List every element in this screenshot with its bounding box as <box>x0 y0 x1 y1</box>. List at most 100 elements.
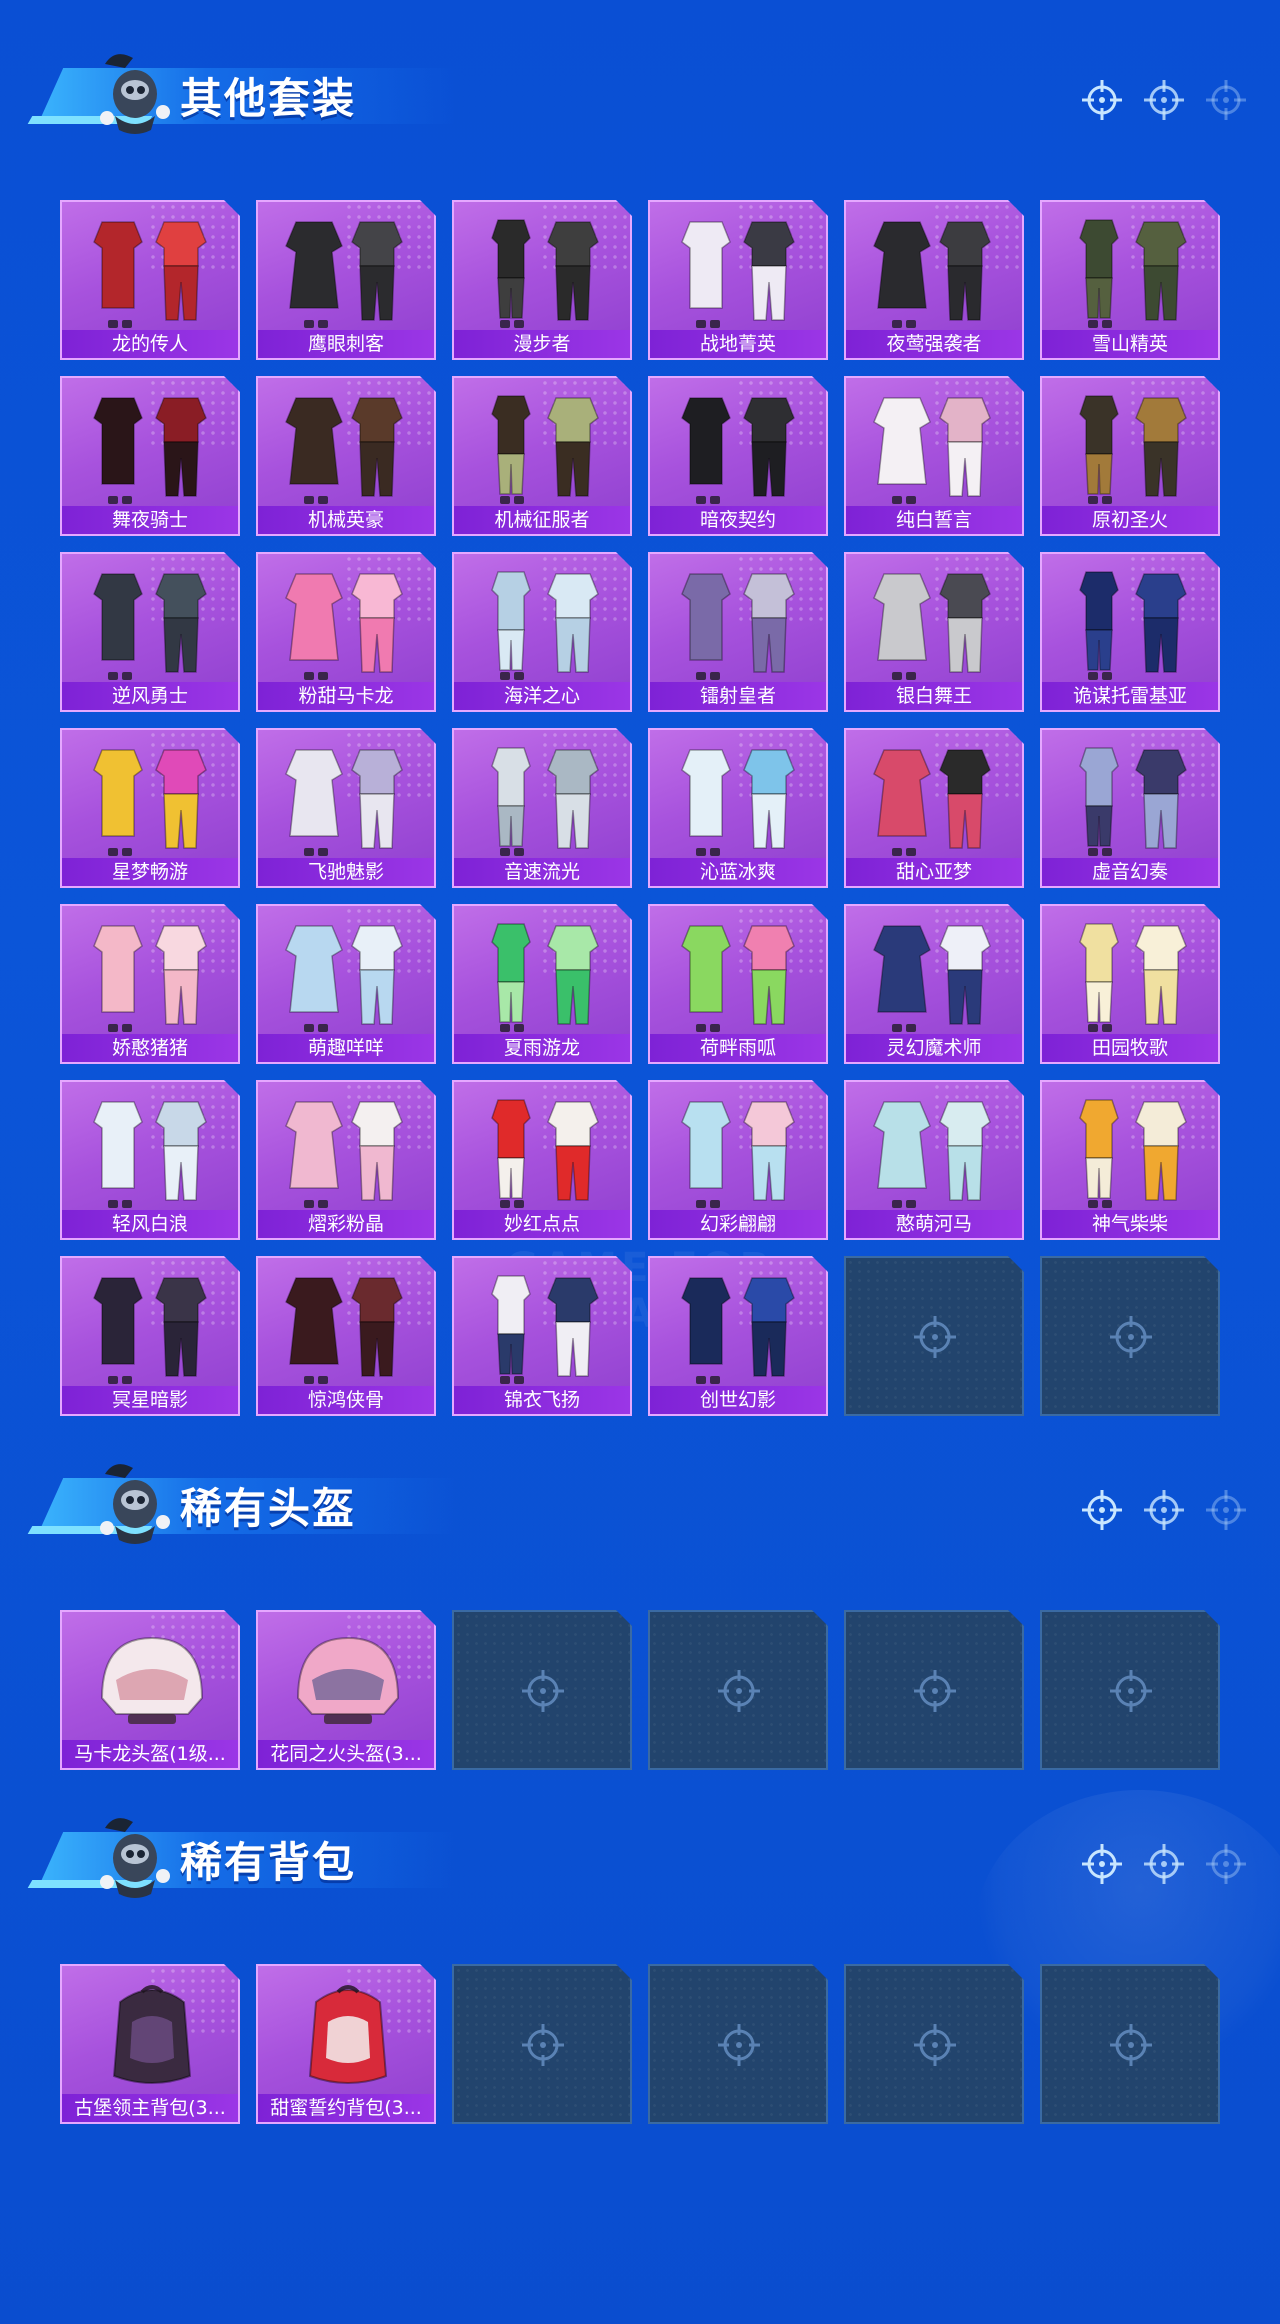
item-card[interactable]: 诡谋托雷基亚 <box>1040 552 1220 712</box>
item-card[interactable]: 灵幻魔术师 <box>844 904 1024 1064</box>
item-card[interactable]: 战地菁英 <box>648 200 828 360</box>
item-card[interactable]: 暗夜契约 <box>648 376 828 536</box>
outfit-art <box>285 573 403 680</box>
item-name: 原初圣火 <box>1042 506 1218 534</box>
section-other-sets: 其他套装龙的传人 鹰眼刺客 漫步者 战地菁英 夜莺强袭者 雪山精英舞夜骑士 机械英豪 机械征服… <box>0 38 1280 1416</box>
item-name: 锦衣飞扬 <box>454 1386 630 1414</box>
item-card[interactable]: 甜心亚梦 <box>844 728 1024 888</box>
mascot-icon <box>100 54 170 134</box>
item-card[interactable]: 逆风勇士 <box>60 552 240 712</box>
item-card[interactable]: 萌趣咩咩 <box>256 904 436 1064</box>
item-name: 银白舞王 <box>846 682 1022 710</box>
item-card[interactable]: 机械英豪 <box>256 376 436 536</box>
item-card[interactable]: 田园牧歌 <box>1040 904 1220 1064</box>
item-card[interactable]: 镭射皇者 <box>648 552 828 712</box>
item-name: 妙红点点 <box>454 1210 630 1238</box>
item-name: 幻彩翩翩 <box>650 1210 826 1238</box>
crosshair-icon <box>1082 80 1122 120</box>
item-card[interactable]: 幻彩翩翩 <box>648 1080 828 1240</box>
item-card[interactable]: 原初圣火 <box>1040 376 1220 536</box>
outfit-art <box>873 221 991 328</box>
empty-slot <box>844 1964 1024 2124</box>
crosshair-icon <box>1082 1490 1122 1530</box>
item-card[interactable]: 古堡领主背包(3... <box>60 1964 240 2124</box>
outfit-art <box>681 221 795 328</box>
reticle-indicators <box>1080 78 1260 126</box>
item-card[interactable]: 妙红点点 <box>452 1080 632 1240</box>
outfit-art <box>93 1277 207 1384</box>
item-card[interactable]: 憨萌河马 <box>844 1080 1024 1240</box>
outfit-art <box>491 395 599 504</box>
item-card[interactable]: 雪山精英 <box>1040 200 1220 360</box>
item-card[interactable]: 夏雨游龙 <box>452 904 632 1064</box>
item-name: 夏雨游龙 <box>454 1034 630 1062</box>
item-card[interactable]: 娇憨猪猪 <box>60 904 240 1064</box>
item-name: 舞夜骑士 <box>62 506 238 534</box>
item-card[interactable]: 海洋之心 <box>452 552 632 712</box>
item-card[interactable]: 龙的传人 <box>60 200 240 360</box>
item-card[interactable]: 夜莺强袭者 <box>844 200 1024 360</box>
item-card[interactable]: 漫步者 <box>452 200 632 360</box>
item-card[interactable]: 马卡龙头盔(1级... <box>60 1610 240 1770</box>
section-title: 其他套装 <box>180 74 357 123</box>
item-name: 飞驰魅影 <box>258 858 434 886</box>
item-name: 战地菁英 <box>650 330 826 358</box>
outfit-art <box>93 397 207 504</box>
item-card[interactable]: 荷畔雨呱 <box>648 904 828 1064</box>
item-card[interactable]: 音速流光 <box>452 728 632 888</box>
outfit-art <box>93 221 207 328</box>
outfit-art <box>1079 571 1187 680</box>
item-card[interactable]: 粉甜马卡龙 <box>256 552 436 712</box>
outfit-art <box>285 749 403 856</box>
outfit-art <box>491 747 599 856</box>
item-card[interactable]: 惊鸿侠骨 <box>256 1256 436 1416</box>
item-name: 甜蜜誓约背包(3... <box>258 2094 434 2122</box>
backpack-art <box>308 1985 388 2084</box>
item-name: 娇憨猪猪 <box>62 1034 238 1062</box>
reticle-indicator <box>1142 1842 1186 1886</box>
mascot-icon <box>100 1818 170 1898</box>
item-card[interactable]: 虚音幻奏 <box>1040 728 1220 888</box>
outfit-art <box>285 925 403 1032</box>
item-name: 海洋之心 <box>454 682 630 710</box>
item-card[interactable]: 舞夜骑士 <box>60 376 240 536</box>
section-header: 稀有头盔 <box>27 1448 458 1558</box>
item-card[interactable]: 鹰眼刺客 <box>256 200 436 360</box>
outfit-art <box>1079 923 1187 1032</box>
helmet-art <box>100 1636 204 1724</box>
item-card[interactable]: 甜蜜誓约背包(3... <box>256 1964 436 2124</box>
outfit-art <box>873 749 991 856</box>
empty-slot <box>1040 1610 1220 1770</box>
item-card[interactable]: 神气柴柴 <box>1040 1080 1220 1240</box>
item-card[interactable]: 创世幻影 <box>648 1256 828 1416</box>
item-card[interactable]: 花同之火头盔(3... <box>256 1610 436 1770</box>
section-title: 稀有头盔 <box>180 1484 357 1533</box>
item-card[interactable]: 沁蓝冰爽 <box>648 728 828 888</box>
item-name: 沁蓝冰爽 <box>650 858 826 886</box>
outfit-art <box>285 1101 403 1208</box>
empty-slot-icon <box>518 2020 568 2070</box>
item-card[interactable]: 熠彩粉晶 <box>256 1080 436 1240</box>
item-name: 龙的传人 <box>62 330 238 358</box>
item-card[interactable]: 银白舞王 <box>844 552 1024 712</box>
item-card[interactable]: 锦衣飞扬 <box>452 1256 632 1416</box>
item-name: 憨萌河马 <box>846 1210 1022 1238</box>
outfit-art <box>93 573 207 680</box>
item-card[interactable]: 星梦畅游 <box>60 728 240 888</box>
item-name: 冥星暗影 <box>62 1386 238 1414</box>
item-name: 音速流光 <box>454 858 630 886</box>
item-card[interactable]: 冥星暗影 <box>60 1256 240 1416</box>
item-card[interactable]: 纯白誓言 <box>844 376 1024 536</box>
item-card[interactable]: 机械征服者 <box>452 376 632 536</box>
crosshair-icon <box>914 1316 956 1358</box>
outfit-art <box>873 1101 991 1208</box>
helmet-art <box>296 1636 400 1724</box>
empty-slot-icon <box>1106 1312 1156 1362</box>
crosshair-icon <box>522 2024 564 2066</box>
outfit-art <box>93 925 207 1032</box>
reticle-indicators <box>1080 1488 1260 1536</box>
item-name: 镭射皇者 <box>650 682 826 710</box>
reticle-indicator <box>1204 1488 1248 1532</box>
item-card[interactable]: 轻风白浪 <box>60 1080 240 1240</box>
item-card[interactable]: 飞驰魅影 <box>256 728 436 888</box>
